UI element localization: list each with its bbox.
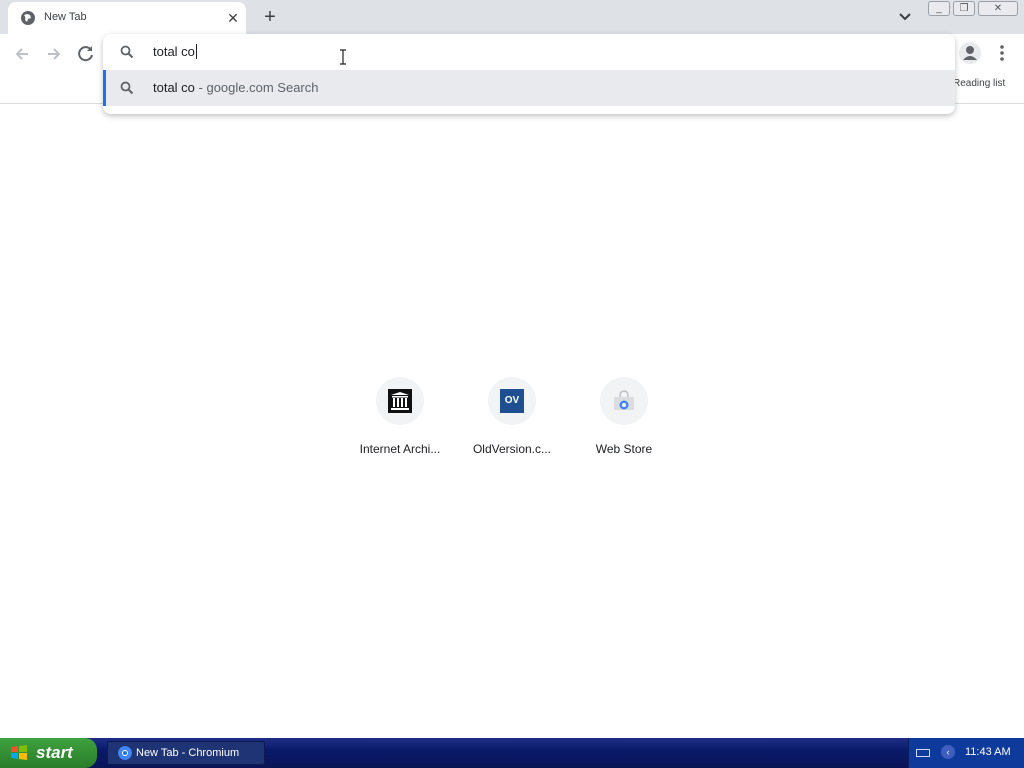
kebab-menu-icon[interactable] [993,42,1011,64]
address-input[interactable]: total co [153,44,197,59]
minimize-button[interactable]: _ [928,1,950,16]
reload-icon[interactable] [75,43,97,65]
text-caret [195,44,197,59]
shortcut-label: Internet Archi... [359,442,441,456]
shortcut-internet-archive[interactable]: Internet Archi... [344,377,456,467]
suggestion-item[interactable]: total co - google.com Search [103,70,955,106]
taskbar: start New Tab - Chromium ‹ 11:43 AM [0,738,1024,768]
tab-close-icon[interactable]: ✕ [224,9,242,27]
chromium-icon [118,746,132,760]
taskbar-window-chromium[interactable]: New Tab - Chromium [107,741,265,765]
address-bar[interactable]: total co [103,34,955,70]
internet-archive-icon [388,389,412,413]
restore-button[interactable]: ❐ [953,1,975,16]
windows-logo-icon [11,745,27,760]
shortcut-label: Web Store [595,442,653,456]
taskbar-window-label: New Tab - Chromium [136,747,240,759]
close-window-button[interactable]: ✕ [978,1,1018,16]
start-label: start [36,743,73,762]
new-tab-button[interactable]: + [259,6,281,28]
tab-strip: New Tab ✕ + _ ❐ ✕ [0,0,1024,34]
search-icon [120,45,134,59]
shortcut-label: OldVersion.c... [472,442,552,456]
start-button[interactable]: start [0,738,97,768]
profile-avatar[interactable] [959,42,981,64]
show-hidden-icons-icon[interactable]: ‹ [941,745,955,759]
clock: 11:43 AM [965,746,1011,758]
reading-list-button[interactable]: Reading list [953,78,1005,89]
tab-search-icon[interactable] [895,8,915,26]
shortcut-icon-background: OV [488,377,536,425]
search-icon [120,81,134,95]
tab-title: New Tab [44,11,87,23]
web-store-icon [614,390,634,410]
ibeam-cursor-icon [340,49,346,65]
person-icon [963,46,977,60]
back-arrow-icon[interactable] [11,43,33,65]
tab-new-tab[interactable]: New Tab ✕ [8,2,246,34]
omnibox-dropdown: total co total co - google.com Search [103,34,955,114]
shortcut-oldversion[interactable]: OV OldVersion.c... [456,377,568,467]
suggestion-text: total co - google.com Search [153,80,319,95]
shortcut-web-store[interactable]: Web Store [568,377,680,467]
shortcut-icon-background [376,377,424,425]
forward-arrow-icon[interactable] [43,43,65,65]
system-tray: ‹ 11:43 AM [908,738,1024,768]
globe-icon [21,11,35,25]
shortcut-icon-background [600,377,648,425]
selection-indicator [103,70,106,106]
oldversion-icon: OV [500,389,524,413]
keyboard-icon[interactable] [916,749,930,757]
